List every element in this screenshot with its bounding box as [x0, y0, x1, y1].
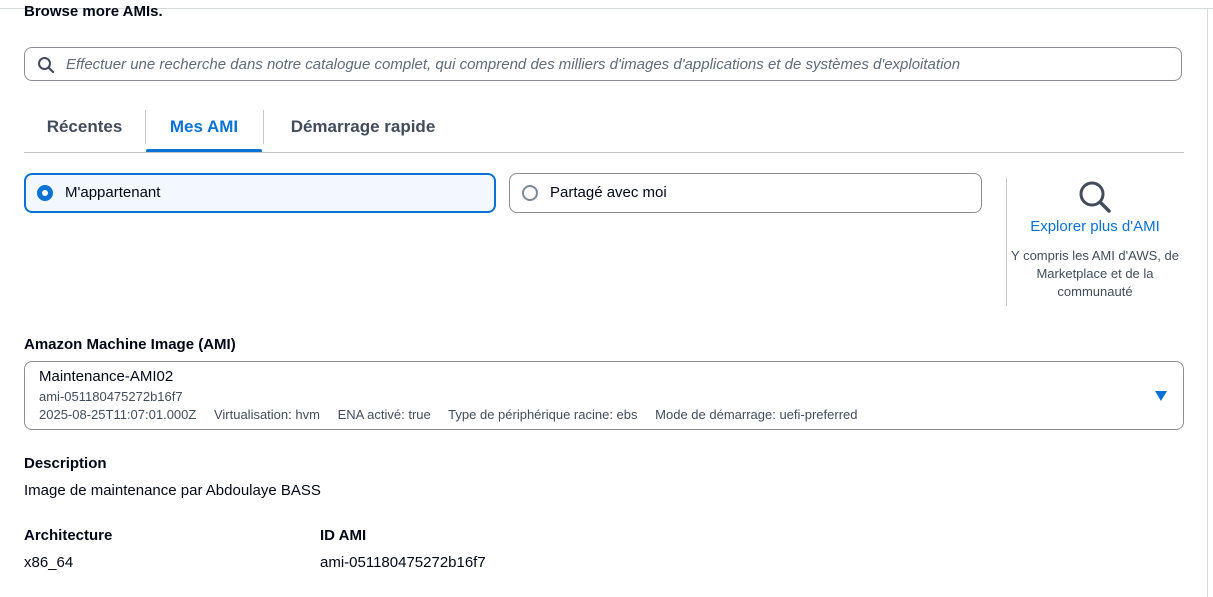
tab-label: Mes AMI	[169, 117, 239, 136]
search-placeholder: Effectuer une recherche dans notre catal…	[66, 56, 961, 73]
owned-by-me-label: M'appartenant	[65, 184, 161, 201]
panel-right-border	[1207, 8, 1208, 597]
description-label: Description	[24, 455, 107, 472]
panel-top-border	[0, 8, 1213, 9]
tabs-baseline	[24, 152, 1184, 153]
ami-tag: ENA activé: true	[337, 407, 431, 422]
tab-mes-ami[interactable]: Mes AMI	[146, 108, 262, 153]
caret-down-icon[interactable]	[1155, 391, 1167, 401]
explore-divider	[1006, 178, 1007, 306]
ami-selected-name: Maintenance-AMI02	[39, 368, 174, 385]
ami-tags: 2025-08-25T11:07:01.000Z Virtualisation:…	[39, 407, 872, 423]
explore-more-amis-link[interactable]: Explorer plus d'AMI	[1010, 217, 1180, 237]
ami-tabs: Récentes Mes AMI Démarrage rapide	[24, 108, 1184, 154]
tab-label: Récentes	[46, 117, 123, 136]
architecture-label: Architecture	[24, 527, 113, 544]
ami-field-label: Amazon Machine Image (AMI)	[24, 336, 236, 353]
tab-recentes[interactable]: Récentes	[24, 108, 145, 152]
shared-with-me-label: Partagé avec moi	[550, 184, 667, 201]
search-icon	[38, 57, 55, 74]
search-icon[interactable]	[1077, 179, 1113, 215]
radio-checked[interactable]	[37, 185, 53, 201]
section-title: Browse more AMIs.	[24, 3, 163, 20]
tab-label: Démarrage rapide	[290, 117, 436, 136]
ami-tag: Type de périphérique racine: ebs	[448, 407, 638, 422]
ami-id-value: ami-051180475272b16f7	[320, 554, 486, 571]
ami-id-label: ID AMI	[320, 527, 367, 544]
owned-by-me-option[interactable]: M'appartenant	[24, 173, 496, 213]
ami-search-input[interactable]: Effectuer une recherche dans notre catal…	[24, 47, 1182, 81]
explore-description: Y compris les AMI d'AWS, de Marketplace …	[1011, 248, 1179, 299]
tab-demarrage-rapide[interactable]: Démarrage rapide	[264, 108, 462, 152]
radio-unchecked[interactable]	[522, 185, 538, 201]
description-value: Image de maintenance par Abdoulaye BASS	[24, 482, 321, 499]
ami-tag: 2025-08-25T11:07:01.000Z	[39, 407, 197, 422]
ami-tag: Mode de démarrage: uefi-preferred	[655, 407, 858, 422]
ami-tag: Virtualisation: hvm	[213, 407, 320, 422]
ami-select[interactable]: Maintenance-AMI02 ami-051180475272b16f7 …	[24, 361, 1184, 430]
shared-with-me-option[interactable]: Partagé avec moi	[509, 173, 982, 213]
architecture-value: x86_64	[24, 554, 74, 571]
ami-selected-id: ami-051180475272b16f7	[39, 389, 183, 404]
